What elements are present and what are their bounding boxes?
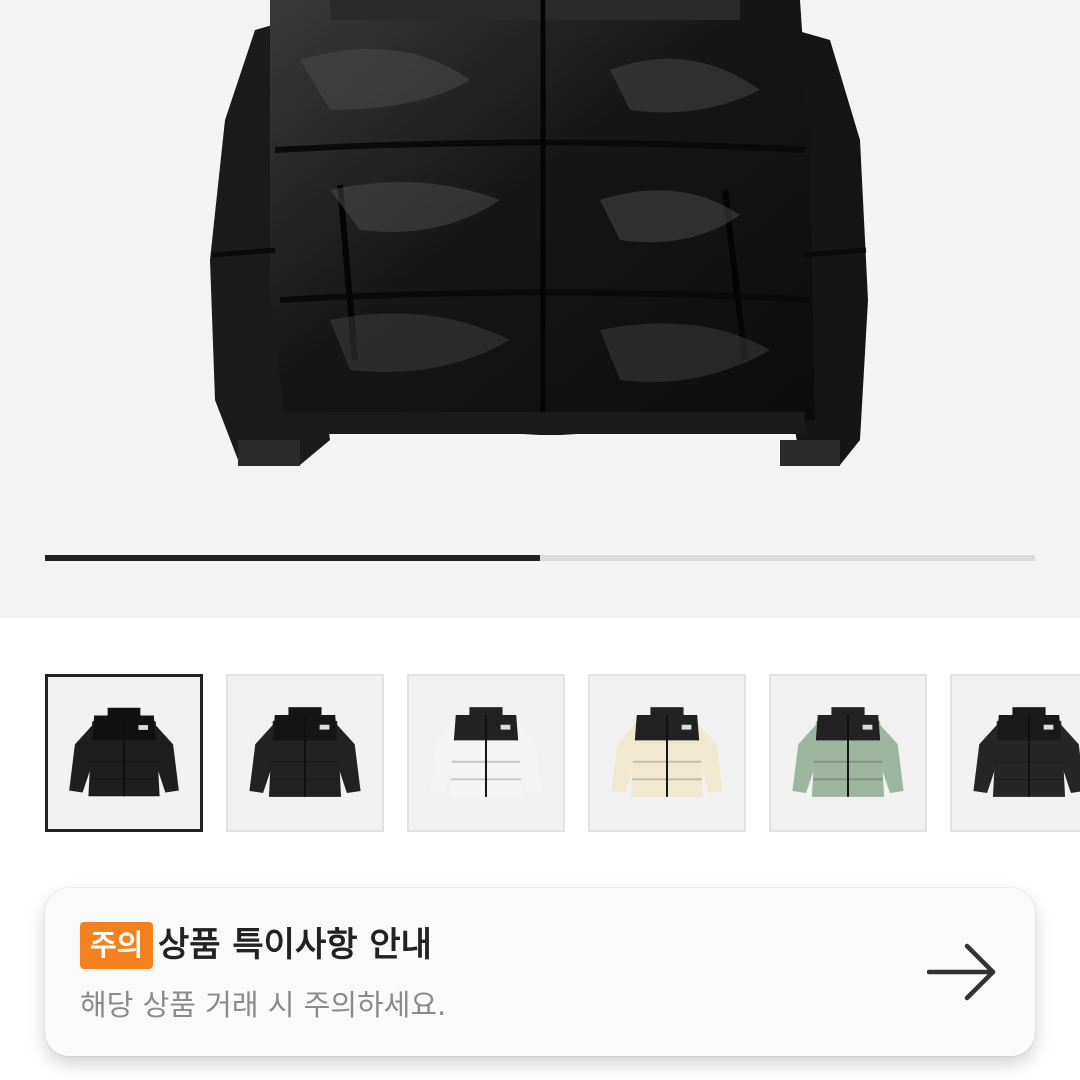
product-notice-card[interactable]: 주의 상품 특이사항 안내 해당 상품 거래 시 주의하세요. bbox=[45, 888, 1035, 1056]
jacket-thumbnail-image bbox=[430, 707, 542, 797]
arrow-right-icon[interactable] bbox=[927, 940, 999, 1004]
caution-badge: 주의 bbox=[80, 922, 154, 969]
notice-title: 상품 특이사항 안내 bbox=[158, 925, 432, 965]
jacket-thumbnail-image bbox=[973, 707, 1080, 797]
thumbnail-white-puffer[interactable] bbox=[407, 674, 565, 832]
color-thumbnail-list[interactable] bbox=[45, 674, 1080, 832]
thumbnail-black-puffer[interactable] bbox=[226, 674, 384, 832]
thumbnail-matte-black-puffer[interactable] bbox=[950, 674, 1080, 832]
product-main-image bbox=[210, 0, 868, 466]
thumbnail-glossy-black-puffer[interactable] bbox=[45, 674, 203, 832]
gallery-progress-bar bbox=[45, 555, 1035, 561]
jacket-thumbnail-image bbox=[611, 707, 723, 797]
thumbnail-sage-green-puffer[interactable] bbox=[769, 674, 927, 832]
gallery-progress-fill bbox=[45, 555, 540, 561]
jacket-thumbnail-image bbox=[249, 707, 361, 797]
jacket-thumbnail-image bbox=[69, 707, 179, 797]
jacket-thumbnail-image bbox=[792, 707, 904, 797]
product-image-gallery[interactable] bbox=[0, 0, 1080, 618]
notice-subtitle: 해당 상품 거래 시 주의하세요. bbox=[80, 988, 447, 1022]
thumbnail-cream-puffer[interactable] bbox=[588, 674, 746, 832]
